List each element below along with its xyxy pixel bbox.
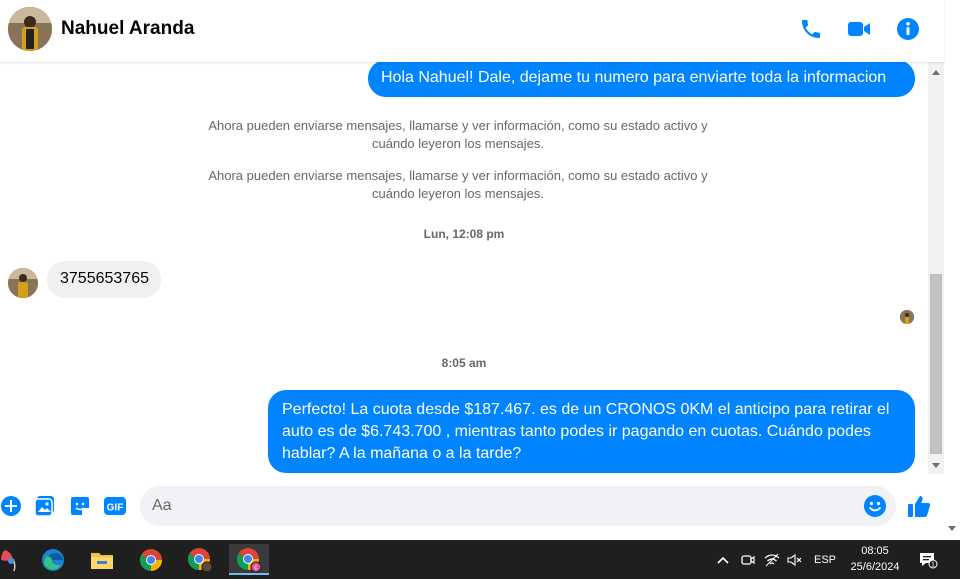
clock[interactable]: 08:05 25/6/2024 — [840, 543, 910, 575]
contact-avatar[interactable] — [8, 7, 52, 51]
page-scroll-down-icon[interactable] — [948, 526, 956, 531]
plus-icon[interactable] — [0, 494, 23, 518]
notification-center-icon[interactable]: 1 — [916, 540, 940, 579]
contact-name[interactable]: Nahuel Aranda — [61, 18, 194, 40]
thumbs-up-icon[interactable] — [906, 493, 932, 519]
chrome-icon[interactable] — [131, 544, 171, 575]
system-notice: Ahora pueden enviarse mensajes, llamarse… — [208, 168, 708, 201]
chrome-profile-icon[interactable] — [180, 544, 220, 575]
sticker-icon[interactable] — [68, 494, 92, 518]
image-icon[interactable] — [33, 494, 57, 518]
clock-time: 08:05 — [861, 545, 889, 557]
show-hidden-icons-chevron-icon[interactable] — [713, 540, 733, 579]
timestamp: Lun, 12:08 pm — [423, 227, 505, 241]
read-receipt-avatar — [900, 310, 914, 324]
chat-header: Nahuel Aranda — [0, 0, 944, 62]
incoming-message[interactable]: 3755653765 — [47, 261, 161, 298]
scroll-up-arrow-icon[interactable] — [932, 70, 940, 75]
thread-scrollbar[interactable] — [928, 62, 944, 474]
volume-muted-icon[interactable] — [785, 540, 805, 579]
wifi-icon[interactable] — [762, 540, 782, 579]
info-icon[interactable] — [893, 14, 923, 44]
gif-icon[interactable]: GIF — [103, 494, 127, 518]
scrollbar-thumb[interactable] — [930, 274, 942, 454]
outgoing-message[interactable]: Hola Nahuel! Dale, dejame tu numero para… — [368, 62, 915, 97]
outgoing-message[interactable]: Perfecto! La cuota desde $187.467. es de… — [268, 390, 915, 473]
message-input[interactable] — [152, 494, 852, 518]
notification-count: 1 — [931, 561, 935, 568]
meet-now-icon[interactable] — [738, 540, 758, 579]
video-camera-icon[interactable] — [844, 14, 874, 44]
windows-taskbar: c ESP 08:05 25/6/2024 1 — [0, 540, 960, 579]
messenger-window: Nahuel Aranda Hola Nahuel! Dale, dejame … — [0, 0, 960, 540]
clock-date: 25/6/2024 — [850, 561, 900, 573]
phone-icon[interactable] — [796, 14, 826, 44]
edge-icon[interactable] — [33, 544, 73, 575]
timestamp: 8:05 am — [441, 356, 487, 370]
message-input-box[interactable] — [140, 486, 896, 526]
message-thread[interactable]: Hola Nahuel! Dale, dejame tu numero para… — [0, 62, 928, 474]
contact-avatar-small[interactable] — [8, 268, 38, 298]
emoji-icon[interactable] — [863, 494, 887, 518]
chrome-active-icon[interactable]: c — [229, 544, 269, 575]
system-notice: Ahora pueden enviarse mensajes, llamarse… — [208, 118, 708, 151]
scroll-down-arrow-icon[interactable] — [932, 463, 940, 468]
file-explorer-icon[interactable] — [82, 544, 122, 575]
message-composer: GIF — [0, 474, 944, 540]
gif-label: GIF — [107, 503, 124, 514]
page-scrollbar[interactable] — [944, 0, 960, 540]
weather-icon[interactable] — [0, 544, 30, 575]
svg-text:c: c — [254, 564, 258, 571]
language-indicator[interactable]: ESP — [809, 540, 841, 579]
